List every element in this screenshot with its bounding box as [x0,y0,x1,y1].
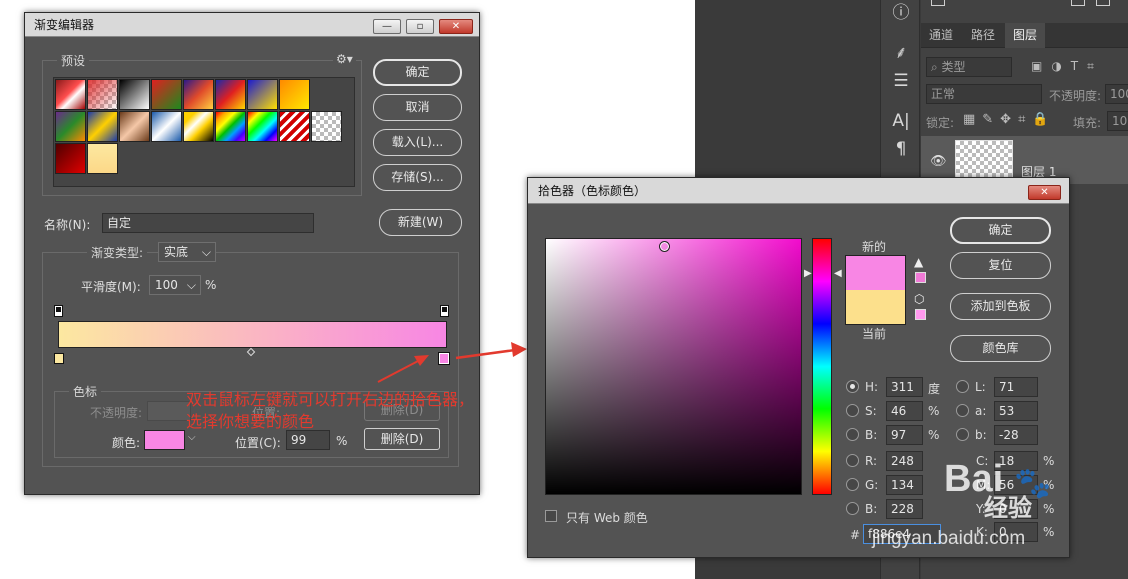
b-unit: % [928,428,940,442]
radio-b[interactable] [846,428,859,441]
web-safe-cube-icon[interactable]: ⬡ [914,292,924,306]
watermark-suffix: 经验 [984,494,1032,522]
close-button[interactable]: ✕ [1028,185,1061,200]
new-color-swatch [845,255,906,290]
watermark-url: jingyan.baidu.com [872,528,1026,549]
s-unit: % [928,404,940,418]
blue-input[interactable]: 228 [886,499,923,519]
baidu-jingyan-watermark: Bai 🐾 经验 jingyan.baidu.com [872,458,1072,558]
l-input[interactable]: 71 [994,377,1038,397]
saturation-brightness-field[interactable] [545,238,802,495]
gamut-color-swatch[interactable] [915,272,926,283]
b-label: B: [865,428,878,442]
a-input[interactable]: 53 [994,401,1038,421]
lab-b-input[interactable]: -28 [994,425,1038,445]
blue-label: B: [865,502,878,516]
a-label: a: [975,404,987,418]
radio-h[interactable] [846,380,859,393]
r-label: R: [865,454,878,468]
reset-button[interactable]: 复位 [950,252,1051,279]
gamut-warning-icon[interactable]: ▲ [914,255,923,269]
web-only-checkbox[interactable] [545,510,557,522]
s-label: S: [865,404,877,418]
annotation-text-line1: 双击鼠标左键就可以打开右边的拾色器， [186,390,475,409]
add-to-swatches-button[interactable]: 添加到色板 [950,293,1051,320]
radio-g[interactable] [846,478,859,491]
g-input[interactable]: 134 [886,475,923,495]
current-color-swatch[interactable] [845,290,906,325]
arrow-head [414,355,429,366]
g-label: G: [865,478,879,492]
arrow-to-stop [377,359,421,383]
arrow-head [511,342,527,357]
current-color-label: 当前 [862,327,887,341]
hex-label: # [850,528,861,542]
color-picker-titlebar: 拾色器（色标颜色） ✕ [528,178,1069,204]
lab-b-label: b: [975,428,987,442]
radio-l[interactable] [956,380,969,393]
dialog-title: 拾色器（色标颜色） [538,184,647,198]
radio-r[interactable] [846,454,859,467]
arrow-to-picker [455,348,516,360]
h-unit: 度 [928,382,941,396]
r-input[interactable]: 248 [886,451,923,471]
s-input[interactable]: 46 [886,401,923,421]
radio-s[interactable] [846,404,859,417]
color-libraries-button[interactable]: 颜色库 [950,335,1051,362]
b-input[interactable]: 97 [886,425,923,445]
radio-a[interactable] [956,404,969,417]
hue-slider-right-arrow[interactable]: ◀ [834,268,842,279]
web-only-label: 只有 Web 颜色 [566,511,648,525]
h-label: H: [865,380,879,394]
ok-button[interactable]: 确定 [950,217,1051,244]
annotation-text-line2: 选择你想要的颜色 [186,412,315,431]
h-input[interactable]: 311 [886,377,923,397]
hue-slider[interactable] [812,238,832,495]
color-picker-cursor[interactable] [659,241,670,252]
radio-lab-b[interactable] [956,428,969,441]
l-label: L: [975,380,986,394]
hue-slider-left-arrow[interactable]: ▶ [804,268,812,279]
radio-blue[interactable] [846,502,859,515]
web-safe-color-swatch[interactable] [915,309,926,320]
new-color-label: 新的 [862,240,887,254]
